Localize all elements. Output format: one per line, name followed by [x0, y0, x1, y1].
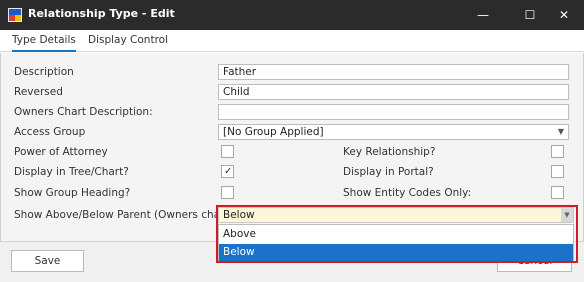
display-in-portal-label: Display in Portal?: [343, 166, 434, 178]
description-input[interactable]: Father: [218, 64, 569, 80]
window-title: Relationship Type - Edit: [28, 7, 175, 20]
minimize-icon[interactable]: —: [463, 0, 503, 30]
app-icon: [8, 8, 22, 22]
show-above-below-label: Show Above/Below Parent (Owners chart):: [14, 209, 237, 221]
display-in-tree-label: Display in Tree/Chart?: [14, 166, 129, 178]
reversed-label: Reversed: [14, 86, 63, 98]
display-in-portal-checkbox[interactable]: [551, 165, 564, 178]
owners-chart-description-input[interactable]: [218, 104, 569, 120]
highlight-annotation: [216, 205, 578, 263]
owners-chart-description-label: Owners Chart Description:: [14, 106, 153, 118]
show-entity-codes-label: Show Entity Codes Only:: [343, 187, 472, 199]
save-button[interactable]: Save: [11, 250, 84, 272]
power-of-attorney-checkbox[interactable]: [221, 145, 234, 158]
chevron-down-icon[interactable]: ▼: [558, 125, 564, 139]
display-in-tree-checkbox[interactable]: ✓: [221, 165, 234, 178]
access-group-label: Access Group: [14, 126, 86, 138]
show-group-heading-checkbox[interactable]: [221, 186, 234, 199]
close-icon[interactable]: ✕: [544, 0, 584, 30]
access-group-select[interactable]: [No Group Applied] ▼: [218, 124, 569, 140]
tab-strip: Type Details Display Control: [0, 30, 584, 52]
show-group-heading-label: Show Group Heading?: [14, 187, 131, 199]
title-bar: Relationship Type - Edit — ☐ ✕: [0, 0, 584, 30]
reversed-input[interactable]: Child: [218, 84, 569, 100]
relationship-type-edit-window: Relationship Type - Edit — ☐ ✕ Type Deta…: [0, 0, 584, 282]
access-group-value: [No Group Applied]: [223, 126, 324, 138]
description-label: Description: [14, 66, 74, 78]
tab-type-details[interactable]: Type Details: [12, 30, 76, 52]
show-entity-codes-checkbox[interactable]: [551, 186, 564, 199]
tab-display-control[interactable]: Display Control: [88, 30, 168, 52]
key-relationship-checkbox[interactable]: [551, 145, 564, 158]
key-relationship-label: Key Relationship?: [343, 146, 436, 158]
checkmark-icon: ✓: [224, 166, 233, 177]
power-of-attorney-label: Power of Attorney: [14, 146, 108, 158]
